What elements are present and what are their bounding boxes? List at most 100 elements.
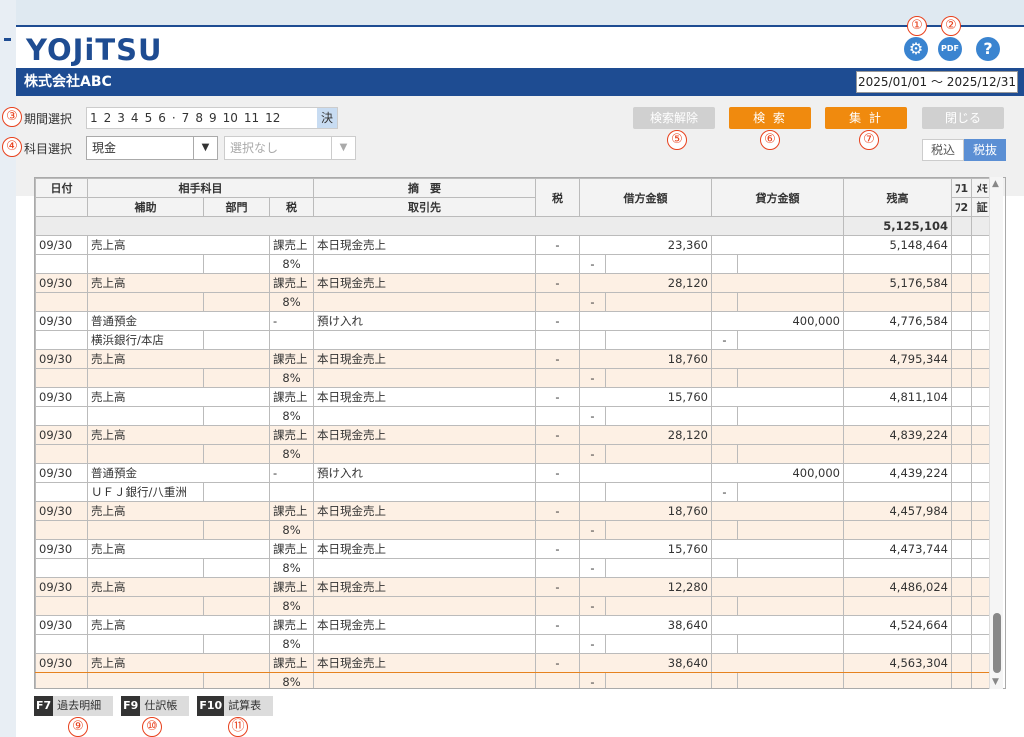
cell-partner [313, 406, 536, 426]
cell-debit: 38,640 [579, 653, 712, 673]
cell-credit-tax-dash [711, 558, 738, 578]
cell-debit-tax-dash: - [579, 596, 606, 616]
month-2[interactable]: 2 [101, 108, 115, 128]
table-row[interactable]: 09/30 売上高 課売上 本日現金売上 -18,760 4,457,984 [35, 501, 994, 521]
table-row[interactable]: 09/30 売上高 課売上 本日現金売上 -15,760 4,811,104 [35, 387, 994, 407]
sub-account-select[interactable]: 選択なし ▼ [224, 136, 356, 160]
scroll-thumb[interactable] [993, 613, 1001, 673]
month-7[interactable]: 7 [179, 108, 193, 128]
table-row[interactable]: 09/30 売上高 課売上 本日現金売上 -28,120 5,176,584 [35, 273, 994, 293]
pdf-icon[interactable]: PDF [938, 37, 962, 61]
f9-label: 仕訳帳 [144, 699, 178, 712]
chevron-down-icon: ▼ [193, 137, 217, 159]
cell-tax-class: 課売上 [269, 387, 314, 407]
cell-partner [313, 292, 536, 312]
table-row-sub[interactable]: 8% - [35, 596, 994, 616]
table-row-sub[interactable]: 8% - [35, 292, 994, 312]
col-debit: 借方金額 [579, 178, 712, 217]
cell-credit [711, 653, 844, 673]
cell-account: 売上高 [87, 539, 270, 559]
marker-6: ⑥ [760, 130, 780, 150]
scroll-down-icon[interactable]: ▼ [992, 677, 999, 687]
month-settlement[interactable]: 決 [316, 108, 337, 128]
month-3[interactable]: 3 [114, 108, 128, 128]
table-row[interactable]: 09/30 売上高 課売上 本日現金売上 -12,280 4,486,024 [35, 577, 994, 597]
cell-partner [313, 330, 536, 350]
marker-5: ⑤ [667, 130, 687, 150]
cell-tax-rate: 8% [269, 254, 314, 274]
table-row-sub[interactable]: 8% - [35, 444, 994, 464]
cell-balance: 5,176,584 [843, 273, 952, 293]
vertical-scrollbar[interactable]: ▲ ▼ [989, 177, 1003, 689]
table-row-sub[interactable]: 8% - [35, 558, 994, 578]
cell-debit [579, 311, 712, 331]
cell-balance: 4,457,984 [843, 501, 952, 521]
cell-debit: 18,760 [579, 349, 712, 369]
month-4[interactable]: 4 [128, 108, 142, 128]
table-row-sub[interactable]: ＵＦＪ銀行/八重洲 - [35, 482, 994, 502]
help-icon[interactable]: ? [976, 37, 1000, 61]
cell-date: 09/30 [35, 539, 88, 559]
table-row[interactable]: 09/30 売上高 課売上 本日現金売上 -23,360 5,148,464 [35, 235, 994, 255]
cell-balance: 4,839,224 [843, 425, 952, 445]
table-row-sub[interactable]: 8% - [35, 406, 994, 426]
month-11[interactable]: 11 [241, 108, 262, 128]
table-row-sub[interactable]: 8% - [35, 368, 994, 388]
cell-flag [950, 425, 973, 445]
f7-past-details-button[interactable]: F7 過去明細 [34, 696, 114, 716]
table-row-sub[interactable]: 8% - [35, 672, 994, 688]
cell-credit-tax-dash [711, 634, 738, 654]
total-button[interactable]: 集 計 [825, 107, 907, 129]
cell-department [203, 254, 270, 274]
table-row-sub[interactable]: 8% - [35, 634, 994, 654]
table-row[interactable]: 09/30 売上高 課売上 本日現金売上 -38,640 4,524,664 [35, 615, 994, 635]
cell-department [203, 634, 270, 654]
month-6[interactable]: 6 [155, 108, 169, 128]
month-9[interactable]: 9 [206, 108, 220, 128]
search-button[interactable]: 検 索 [729, 107, 811, 129]
month-5[interactable]: 5 [142, 108, 156, 128]
col-sub-account: 補助 [87, 197, 204, 217]
cell-summary: 本日現金売上 [313, 615, 536, 635]
table-row-sub[interactable]: 横浜銀行/本店 - [35, 330, 994, 350]
f9-key: F9 [121, 696, 141, 716]
cell-account: 売上高 [87, 615, 270, 635]
f10-label: 試算表 [228, 699, 262, 712]
f9-journal-button[interactable]: F9 仕訳帳 [121, 696, 190, 716]
cell-partner [313, 558, 536, 578]
month-1[interactable]: 1 [87, 108, 101, 128]
month-12[interactable]: 12 [262, 108, 283, 128]
cell-summary: 本日現金売上 [313, 501, 536, 521]
cell-sub-account [87, 254, 204, 274]
cell-debit-tax-dash: - [579, 520, 606, 540]
cell-partner [313, 520, 536, 540]
month-8[interactable]: 8 [192, 108, 206, 128]
close-button[interactable]: 閉じる [922, 107, 1004, 129]
table-row[interactable]: 09/30 売上高 課売上 本日現金売上 -28,120 4,839,224 [35, 425, 994, 445]
marker-2: ② [941, 16, 961, 36]
table-row[interactable]: 09/30 売上高 課売上 本日現金売上 -15,760 4,473,744 [35, 539, 994, 559]
cell-debit: 18,760 [579, 501, 712, 521]
cell-summary: 本日現金売上 [313, 235, 536, 255]
table-row[interactable]: 09/30 売上高 課売上 本日現金売上 -18,760 4,795,344 [35, 349, 994, 369]
tax-excluded-option[interactable]: 税抜 [964, 139, 1006, 161]
cell-debit-tax-dash: - [579, 254, 606, 274]
account-select[interactable]: 現金 ▼ [86, 136, 218, 160]
table-row-sub[interactable]: 8% - [35, 254, 994, 274]
cell-tax-rate: 8% [269, 558, 314, 578]
cell-debit-tax-dash: - [579, 444, 606, 464]
cell-date: 09/30 [35, 615, 88, 635]
month-10[interactable]: 10 [220, 108, 241, 128]
table-row[interactable]: 09/30 売上高 課売上 本日現金売上 -38,640 4,563,304 [35, 653, 994, 673]
cell-tax-rate: 8% [269, 596, 314, 616]
table-row-sub[interactable]: 8% - [35, 520, 994, 540]
scroll-up-icon[interactable]: ▲ [992, 179, 999, 189]
cell-account: 売上高 [87, 273, 270, 293]
cell-tax: - [535, 349, 580, 369]
settings-icon[interactable]: ⚙ [904, 37, 928, 61]
table-row[interactable]: 09/30 普通預金 - 預け入れ -400,000 4,439,224 [35, 463, 994, 483]
tax-included-option[interactable]: 税込 [922, 139, 964, 161]
f10-trial-balance-button[interactable]: F10 試算表 [197, 696, 274, 716]
table-row[interactable]: 09/30 普通預金 - 預け入れ -400,000 4,776,584 [35, 311, 994, 331]
clear-search-button[interactable]: 検索解除 [633, 107, 715, 129]
